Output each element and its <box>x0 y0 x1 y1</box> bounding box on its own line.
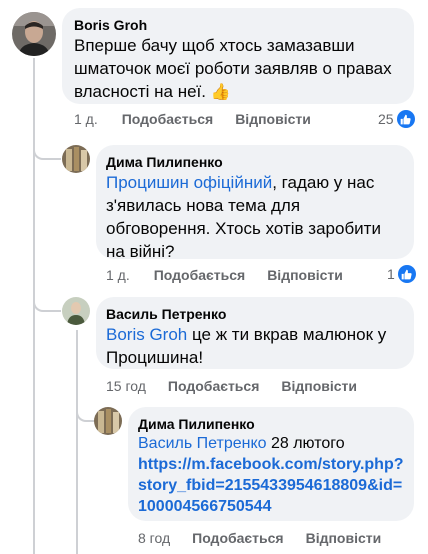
mention-link[interactable]: Boris Groh <box>106 325 187 344</box>
thread-elbow-reply-1 <box>33 140 61 160</box>
comment-timestamp[interactable]: 8 год <box>138 530 170 546</box>
thumbs-up-emoji-icon: 👍 <box>210 84 231 101</box>
reply-button[interactable]: Відповісти <box>235 111 311 127</box>
story-link[interactable]: https://m.facebook.com/story.php?story_f… <box>138 454 404 517</box>
thread-elbow-reply-3 <box>76 400 94 422</box>
comment-author[interactable]: Дима Пилипенко <box>138 415 404 433</box>
comment-actions: 8 год Подобається Відповісти <box>138 530 381 546</box>
comment-actions: 1 д. Подобається Відповісти <box>74 111 311 127</box>
comment-timestamp[interactable]: 1 д. <box>106 267 130 283</box>
like-button[interactable]: Подобається <box>192 530 283 546</box>
comment-author[interactable]: Дима Пилипенко <box>106 153 404 171</box>
avatar[interactable] <box>94 407 122 435</box>
comment-timestamp[interactable]: 1 д. <box>74 111 98 127</box>
comment-body: 28 лютого <box>266 435 345 452</box>
thread-elbow-reply-2 <box>33 290 61 312</box>
like-button[interactable]: Подобається <box>154 267 245 283</box>
mention-link[interactable]: Василь Петренко <box>138 435 267 452</box>
comment-body: Вперше бачу щоб хтось замазавши шматочок… <box>74 36 392 101</box>
comment-text: Boris Groh це ж ти вкрав малюнок у Проци… <box>106 323 404 369</box>
reply-button[interactable]: Відповісти <box>281 378 357 394</box>
comment-author[interactable]: Boris Groh <box>74 16 402 34</box>
thread-line-nested <box>76 330 78 554</box>
comment-text: Василь Петренко 28 лютого https://m.face… <box>138 433 404 517</box>
reaction-count[interactable]: 1 <box>387 265 416 283</box>
comment-bubble: Дима Пилипенко Василь Петренко 28 лютого… <box>128 407 414 521</box>
avatar[interactable] <box>62 145 90 173</box>
comment-bubble: Василь Петренко Boris Groh це ж ти вкрав… <box>96 297 414 369</box>
reaction-count[interactable]: 25 <box>378 110 415 128</box>
comment-bubble: Дима Пилипенко Процишин офіційний, гадаю… <box>96 145 414 261</box>
like-button[interactable]: Подобається <box>122 111 213 127</box>
reply-button[interactable]: Відповісти <box>267 267 343 283</box>
reply-button[interactable]: Відповісти <box>306 530 382 546</box>
comment-actions: 15 год Подобається Відповісти <box>106 378 357 394</box>
comment-text: Процишин офіційний, гадаю у нас з'явилас… <box>106 171 404 263</box>
comment-timestamp[interactable]: 15 год <box>106 378 146 394</box>
reaction-count-number: 1 <box>387 266 395 282</box>
thumbs-up-icon <box>397 265 416 283</box>
comment-text: Вперше бачу щоб хтось замазавши шматочок… <box>74 34 402 104</box>
comment-bubble: Boris Groh Вперше бачу щоб хтось замазав… <box>62 8 414 104</box>
reaction-count-number: 25 <box>378 111 394 127</box>
mention-link[interactable]: Процишин офіційний <box>106 173 272 192</box>
comment-actions: 1 д. Подобається Відповісти <box>106 267 343 283</box>
comment-author[interactable]: Василь Петренко <box>106 305 404 323</box>
avatar[interactable] <box>62 297 90 325</box>
thumbs-up-icon <box>396 110 415 128</box>
avatar[interactable] <box>12 12 56 56</box>
like-button[interactable]: Подобається <box>168 378 259 394</box>
